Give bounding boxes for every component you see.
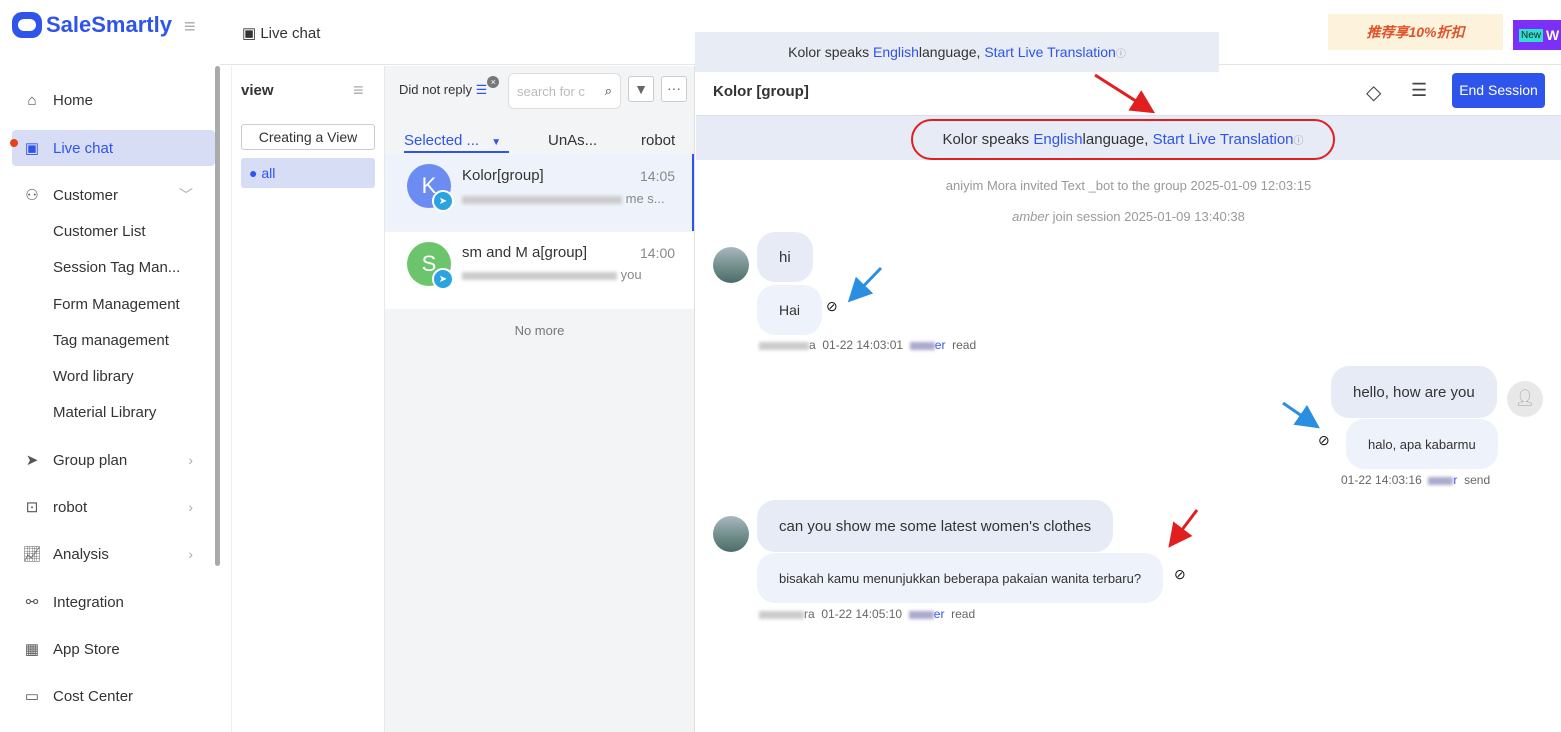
conversation-item[interactable]: K ➤ Kolor[group] 14:05 me s... xyxy=(385,154,694,231)
conversation-preview: you xyxy=(620,267,642,282)
more-button[interactable]: ··· xyxy=(661,76,687,102)
logo-bot-icon xyxy=(12,12,42,38)
chevron-down-icon: ﹀ xyxy=(179,187,193,203)
conversation-preview: me s... xyxy=(625,191,665,206)
sidebar: SaleSmartly ≡ ⌂ Home ▣ Live chat ⚇ Customer… xyxy=(0,0,220,732)
create-view-button[interactable]: Creating a View xyxy=(241,124,375,150)
caret-down-icon: ▼ xyxy=(491,137,502,148)
home-icon: ⌂ xyxy=(27,91,37,109)
eye-off-icon[interactable]: ⊘ xyxy=(826,298,838,315)
tab-selected[interactable]: Selected ... ▼ xyxy=(404,132,509,153)
sidebar-sub-tag-management[interactable]: Tag management xyxy=(53,332,169,349)
send-icon: ➤ xyxy=(25,452,39,469)
system-message: amber join session 2025-01-09 13:40:38 xyxy=(1012,209,1245,224)
chart-icon: 📈︎ xyxy=(22,546,42,563)
notification-dot xyxy=(10,139,18,147)
chevron-right-icon: › xyxy=(188,499,193,515)
message-meta: a 01-22 14:03:01 er read xyxy=(759,338,976,352)
telegram-icon: ➤ xyxy=(432,190,454,212)
message-bubble: hi xyxy=(757,232,813,282)
tab-unassigned[interactable]: UnAs... xyxy=(548,132,597,149)
robot-icon: ⊡ xyxy=(25,499,39,516)
chat-panel: Kolor [group] ◇ ☰ End Session Kolor spea… xyxy=(696,66,1561,732)
system-message: aniyim Mora invited Text _bot to the gro… xyxy=(945,178,1312,193)
help-icon: ⓘ xyxy=(1115,48,1126,60)
sidebar-item-app-store[interactable]: ▦ App Store xyxy=(12,631,215,667)
customer-avatar xyxy=(713,516,749,552)
translation-notice: Kolor speaks English language, Start Liv… xyxy=(911,119,1335,160)
sidebar-item-robot[interactable]: ⊡ robot › xyxy=(12,489,215,525)
message-meta: ra 01-22 14:05:10 er read xyxy=(759,607,975,621)
no-more-label: No more xyxy=(514,323,565,338)
chat-title: Kolor [group] xyxy=(713,83,809,100)
breadcrumb: ▣ Live chat xyxy=(242,25,321,42)
did-not-reply-filter[interactable]: Did not reply ☰ × xyxy=(399,76,500,98)
users-icon: ⚇ xyxy=(25,187,39,204)
sidebar-sub-customer-list[interactable]: Customer List xyxy=(53,223,146,240)
telegram-icon: ➤ xyxy=(432,268,454,290)
chat-icon: ▣ xyxy=(242,25,261,42)
conversation-time: 14:00 xyxy=(640,245,676,261)
sidebar-sub-form-management[interactable]: Form Management xyxy=(53,296,180,313)
search-icon: ⌕ xyxy=(604,83,612,98)
conversation-item[interactable]: S ➤ sm and M a[group] 14:00 you xyxy=(385,232,694,309)
end-session-button[interactable]: End Session xyxy=(1452,73,1545,108)
message-meta: 01-22 14:03:16 r send xyxy=(1341,473,1491,487)
translation-bubble: Hai xyxy=(757,285,823,335)
sidebar-item-group-plan[interactable]: ➤ Group plan › xyxy=(12,442,215,478)
sidebar-sub-session-tag[interactable]: Session Tag Man... xyxy=(53,259,180,276)
sidebar-item-analysis[interactable]: 📈︎ Analysis › xyxy=(12,536,215,572)
conversation-list-panel: Did not reply ☰ × search for c ⌕ ▼ ··· Sel… xyxy=(385,66,695,732)
sidebar-item-cost-center[interactable]: ▭ Cost Center xyxy=(12,678,215,714)
view-item-all[interactable]: ● all xyxy=(241,158,375,188)
language-link[interactable]: English xyxy=(1033,131,1082,148)
filter-list-icon: ☰ xyxy=(475,82,488,97)
chevron-right-icon: › xyxy=(188,452,193,468)
sidebar-sub-word-library[interactable]: Word library xyxy=(53,368,134,385)
eye-off-icon[interactable]: ⊘ xyxy=(1318,432,1330,449)
translation-bubble: halo, apa kabarmu xyxy=(1346,419,1498,469)
start-live-translation-link[interactable]: Start Live Translation xyxy=(984,44,1116,60)
view-title: view xyxy=(241,82,274,99)
message-bubble: can you show me some latest women's clot… xyxy=(757,500,1114,552)
message-bubble: hello, how are you xyxy=(1331,366,1497,418)
translation-notice-popup: Kolor speaks English language, Start Liv… xyxy=(695,32,1219,72)
search-input[interactable]: search for c ⌕ xyxy=(508,73,621,109)
filter-button[interactable]: ▼ xyxy=(628,76,654,102)
eye-off-icon[interactable]: ⊘ xyxy=(1174,566,1186,583)
view-menu-icon[interactable]: ≡ xyxy=(353,80,364,101)
apps-icon: ▦ xyxy=(24,641,40,658)
sidebar-item-home[interactable]: ⌂ Home xyxy=(12,82,215,118)
conversation-name: Kolor[group] xyxy=(462,167,544,184)
tag-icon[interactable]: ◇ xyxy=(1366,80,1381,105)
tab-robot[interactable]: robot xyxy=(641,132,675,149)
sidebar-sub-material-library[interactable]: Material Library xyxy=(53,404,156,421)
sidebar-item-live-chat[interactable]: ▣ Live chat xyxy=(10,130,215,166)
logo[interactable]: SaleSmartly xyxy=(12,12,172,38)
language-link[interactable]: English xyxy=(873,44,919,60)
sidebar-scrollbar[interactable] xyxy=(215,66,220,566)
sidebar-item-customer[interactable]: ⚇ Customer ﹀ xyxy=(12,177,215,213)
conversation-name: sm and M a[group] xyxy=(462,244,588,261)
customer-avatar xyxy=(713,247,749,283)
integration-icon: ⚯ xyxy=(25,594,39,611)
start-live-translation-link[interactable]: Start Live Translation xyxy=(1153,131,1294,148)
conversation-time: 14:05 xyxy=(640,168,676,184)
promo-banner[interactable]: 推荐享10%折扣 xyxy=(1328,14,1503,50)
agent-avatar-icon: 👤︎ xyxy=(1507,381,1543,417)
chat-icon: ▣ xyxy=(24,140,40,157)
help-icon[interactable]: ⓘ xyxy=(1294,132,1304,147)
sidebar-item-integration[interactable]: ⚯ Integration xyxy=(12,584,215,620)
translation-bubble: bisakah kamu menunjukkan beberapa pakaia… xyxy=(757,553,1164,603)
new-feature-banner[interactable]: New W xyxy=(1513,20,1561,50)
collapse-menu-icon[interactable]: ≡ xyxy=(184,16,196,39)
wallet-icon: ▭ xyxy=(24,688,40,705)
search-messages-icon[interactable]: ☰ xyxy=(1411,80,1427,101)
chat-bubble-icon: ● xyxy=(249,165,262,181)
clear-filter-icon[interactable]: × xyxy=(487,76,500,88)
view-panel: view ≡ Creating a View ● all xyxy=(231,66,385,732)
chevron-right-icon: › xyxy=(188,546,193,562)
